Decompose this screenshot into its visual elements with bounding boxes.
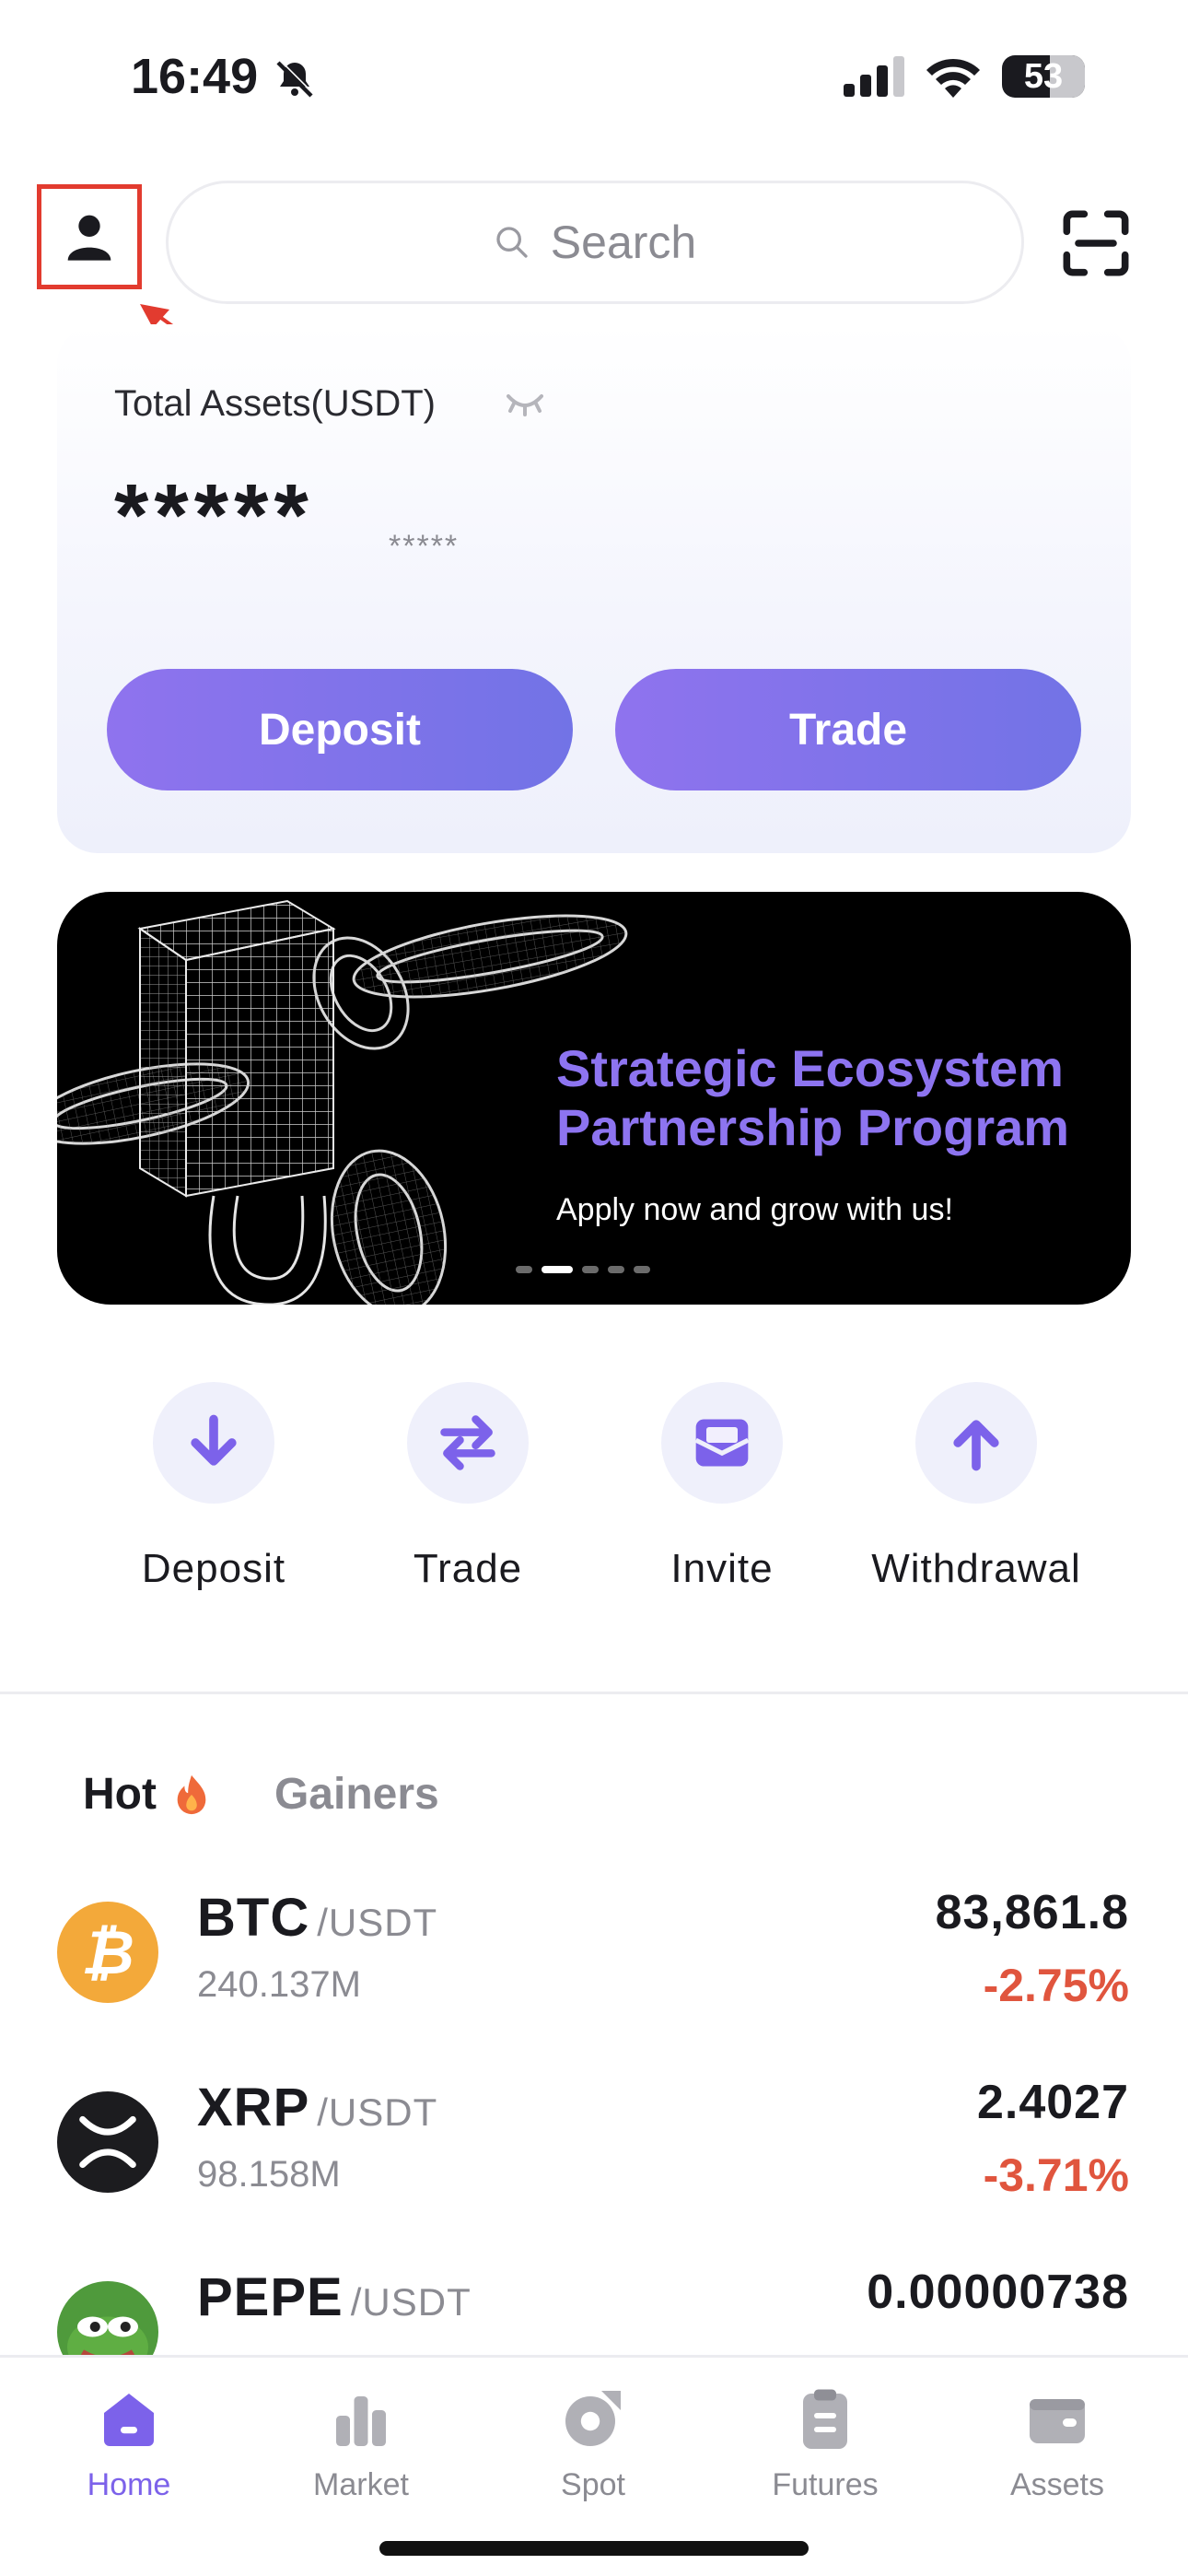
carousel-dot[interactable] bbox=[608, 1266, 624, 1273]
quick-action-label: Trade bbox=[413, 1546, 523, 1591]
coin-price: 0.00000738 bbox=[867, 2266, 1129, 2319]
coin-volume: 240.137M bbox=[197, 1964, 361, 2005]
arrow-down-icon bbox=[191, 1414, 237, 1466]
quick-action-invite[interactable]: Invite bbox=[602, 1382, 842, 1592]
envelope-icon bbox=[694, 1419, 750, 1467]
carousel-dot[interactable] bbox=[516, 1266, 532, 1273]
signal-icon bbox=[844, 56, 904, 97]
carousel-dot-active[interactable] bbox=[542, 1266, 573, 1273]
market-row-btc[interactable]: ₿ BTC/USDT 240.137M 83,861.8 -2.75% bbox=[0, 1870, 1188, 2045]
tab-gainers[interactable]: Gainers bbox=[274, 1769, 439, 1820]
tab-home[interactable]: Home bbox=[37, 2385, 221, 2503]
quick-action-label: Invite bbox=[670, 1546, 774, 1591]
assets-title: Total Assets(USDT) bbox=[114, 383, 436, 424]
clipboard-icon bbox=[803, 2389, 847, 2449]
coin-symbol: BTC/USDT bbox=[197, 1888, 438, 1948]
assets-card: Total Assets(USDT) ***** ***** Deposit T… bbox=[57, 324, 1131, 853]
search-placeholder: Search bbox=[550, 217, 697, 268]
scan-icon[interactable] bbox=[1061, 208, 1131, 278]
carousel-dots bbox=[516, 1266, 650, 1273]
tab-spot[interactable]: Spot bbox=[501, 2385, 685, 2503]
fire-icon bbox=[177, 1774, 206, 1814]
profile-button[interactable] bbox=[37, 184, 142, 289]
coin-symbol: XRP/USDT bbox=[197, 2078, 438, 2137]
swap-icon bbox=[440, 1415, 495, 1470]
arrow-up-icon bbox=[953, 1420, 999, 1471]
bar-chart-icon bbox=[336, 2396, 386, 2446]
battery-icon: 53 bbox=[1002, 55, 1085, 98]
eye-closed-icon[interactable] bbox=[507, 391, 543, 416]
assets-value: ***** bbox=[114, 466, 314, 565]
home-icon bbox=[104, 2394, 154, 2446]
quick-action-label: Deposit bbox=[141, 1546, 286, 1591]
search-icon bbox=[496, 227, 528, 258]
tab-hot[interactable]: Hot bbox=[83, 1769, 210, 1820]
quick-action-deposit[interactable]: Deposit bbox=[94, 1382, 333, 1592]
promo-banner[interactable]: Strategic Ecosystem Partnership Program … bbox=[57, 892, 1131, 1305]
coin-change: -2.75% bbox=[983, 1960, 1129, 2011]
quick-action-label: Withdrawal bbox=[871, 1546, 1081, 1591]
coin-symbol: PEPE/USDT bbox=[197, 2267, 472, 2327]
trade-button[interactable]: Trade bbox=[615, 669, 1081, 790]
banner-title: Strategic Ecosystem Partnership Program bbox=[556, 1039, 1070, 1156]
carousel-dot[interactable] bbox=[634, 1266, 650, 1273]
coin-price: 83,861.8 bbox=[935, 1886, 1129, 1939]
assets-sub-value: ***** bbox=[389, 529, 460, 564]
section-divider bbox=[0, 1692, 1188, 1694]
home-indicator bbox=[379, 2541, 809, 2556]
wifi-icon bbox=[926, 58, 980, 98]
coin-change: -3.71% bbox=[983, 2149, 1129, 2201]
wallet-icon bbox=[1030, 2399, 1085, 2443]
status-bar: 16:49 53 bbox=[0, 0, 1188, 157]
bell-off-icon bbox=[276, 60, 314, 98]
xrp-logo-icon bbox=[57, 2091, 158, 2193]
coin-price: 2.4027 bbox=[976, 2076, 1129, 2129]
market-row-xrp[interactable]: XRP/USDT 98.158M 2.4027 -3.71% bbox=[0, 2060, 1188, 2235]
person-icon bbox=[67, 215, 111, 261]
tab-futures[interactable]: Futures bbox=[733, 2385, 917, 2503]
tab-market[interactable]: Market bbox=[269, 2385, 453, 2503]
tab-assets[interactable]: Assets bbox=[965, 2385, 1149, 2503]
coin-volume: 98.158M bbox=[197, 2154, 341, 2195]
market-tabs: Hot Gainers bbox=[83, 1769, 439, 1820]
deposit-button[interactable]: Deposit bbox=[107, 669, 573, 790]
btc-logo-icon: ₿ bbox=[57, 1902, 158, 2003]
banner-subtitle: Apply now and grow with us! bbox=[556, 1192, 953, 1227]
status-time: 16:49 bbox=[131, 49, 259, 104]
quick-action-trade[interactable]: Trade bbox=[348, 1382, 588, 1592]
quick-action-withdrawal[interactable]: Withdrawal bbox=[856, 1382, 1096, 1592]
spot-icon bbox=[565, 2391, 621, 2446]
carousel-dot[interactable] bbox=[582, 1266, 599, 1273]
search-input[interactable]: Search bbox=[166, 181, 1024, 304]
